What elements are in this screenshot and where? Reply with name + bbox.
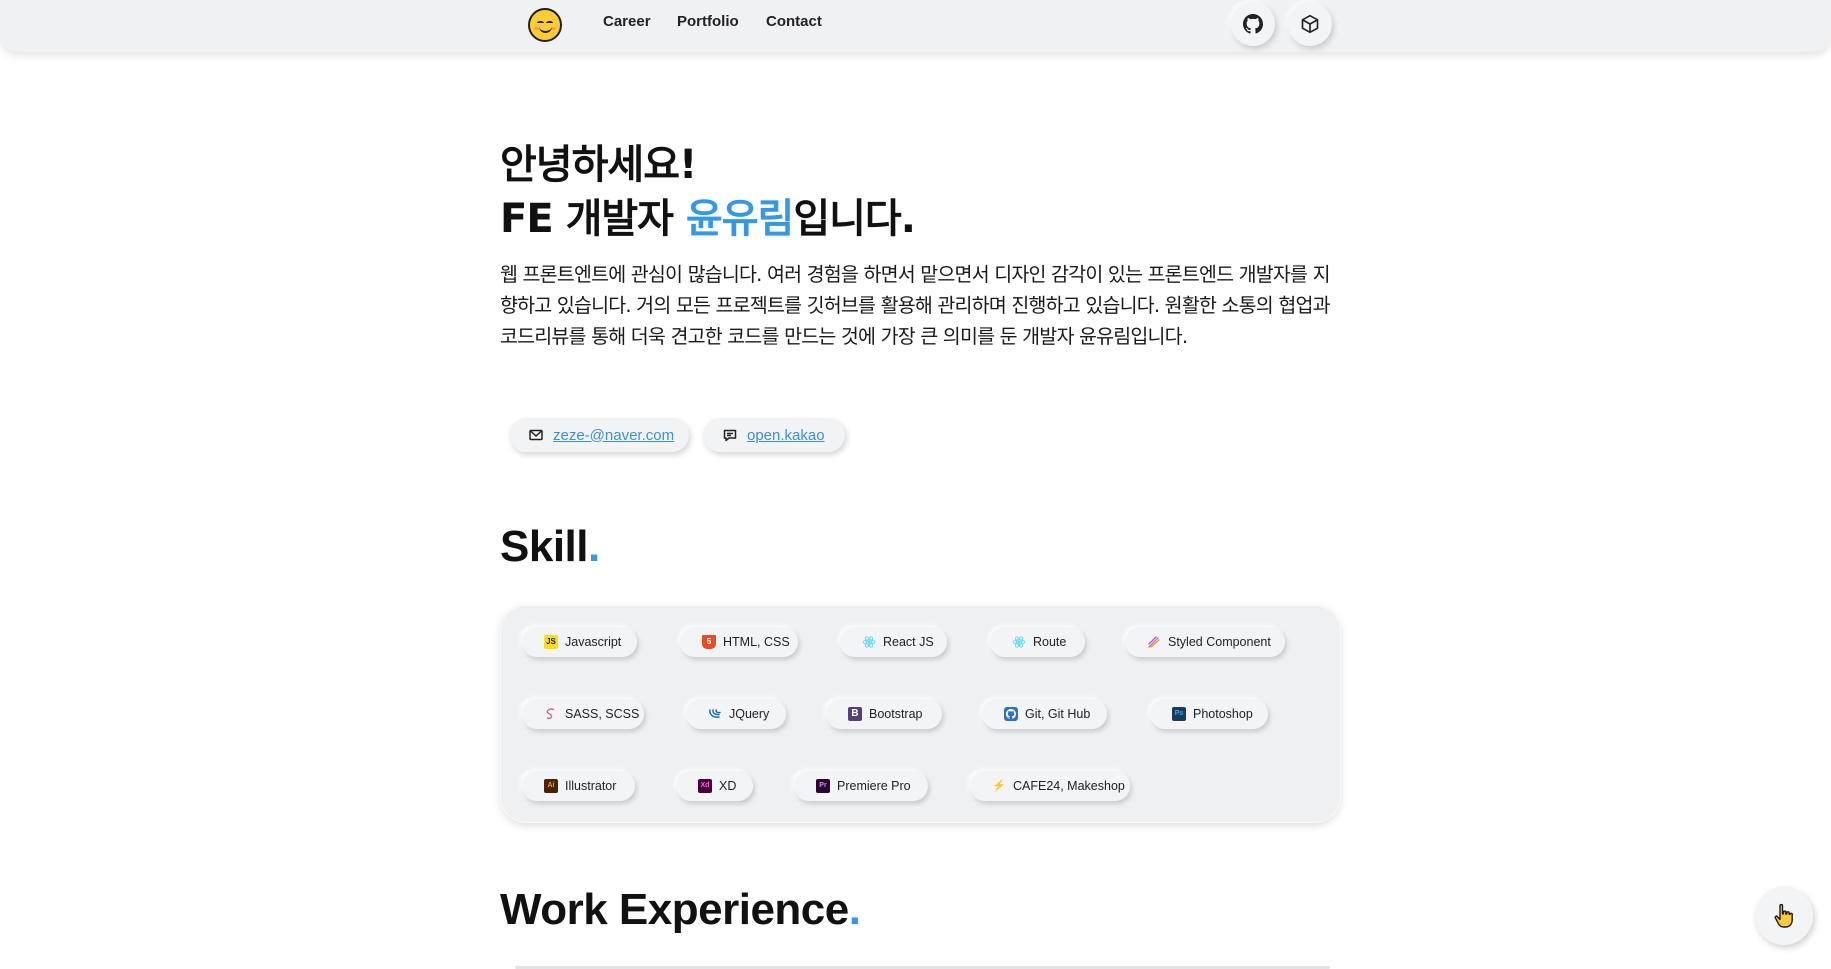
skill-label: React JS bbox=[883, 635, 934, 649]
lightning-icon: ⚡ bbox=[992, 780, 1006, 792]
nav-career-link[interactable]: Career bbox=[603, 13, 651, 30]
skill-label: XD bbox=[719, 779, 737, 793]
skill-label: Premiere Pro bbox=[837, 779, 911, 793]
xd-icon: Xd bbox=[698, 779, 712, 793]
jquery-icon bbox=[708, 707, 722, 721]
skill-chip-styled-component: Styled Component bbox=[1125, 627, 1285, 657]
email-chip[interactable]: zeze-@naver.com bbox=[509, 418, 689, 452]
skill-chip-html-css: 5 HTML, CSS bbox=[680, 627, 798, 657]
skill-label: CAFE24, Makeshop bbox=[1013, 779, 1125, 793]
react-icon bbox=[1012, 635, 1026, 649]
role-suffix: 입니다. bbox=[793, 196, 916, 242]
skill-chip-illustrator: Ai Illustrator bbox=[522, 771, 635, 801]
skill-chip-bootstrap: B Bootstrap bbox=[826, 699, 942, 729]
skill-label: JQuery bbox=[729, 707, 770, 721]
skill-label: SASS, SCSS bbox=[565, 707, 640, 721]
skill-section-title: Skill. bbox=[500, 522, 600, 572]
box-button[interactable] bbox=[1288, 2, 1332, 46]
github-icon bbox=[1004, 707, 1018, 721]
nav-portfolio-link[interactable]: Portfolio bbox=[677, 13, 739, 30]
work-experience-section-title: Work Experience. bbox=[500, 885, 861, 935]
sass-icon bbox=[544, 707, 558, 721]
styled-components-icon bbox=[1147, 635, 1161, 649]
skill-chip-javascript: JS Javascript bbox=[522, 627, 637, 657]
skill-chip-photoshop: Ps Photoshop bbox=[1150, 699, 1268, 729]
skill-chip-git: Git, Git Hub bbox=[982, 699, 1107, 729]
title-dot: . bbox=[848, 885, 861, 934]
chat-icon bbox=[723, 429, 739, 442]
skill-chip-jquery: JQuery bbox=[686, 699, 786, 729]
skill-label: Git, Git Hub bbox=[1025, 707, 1091, 721]
github-icon bbox=[1243, 14, 1263, 34]
mail-icon bbox=[529, 429, 545, 441]
skill-label: Styled Component bbox=[1168, 635, 1271, 649]
skill-chip-sass: SASS, SCSS bbox=[522, 699, 644, 729]
title-dot: . bbox=[588, 522, 600, 571]
kakao-chip[interactable]: open.kakao bbox=[703, 418, 845, 452]
github-button[interactable] bbox=[1231, 2, 1275, 46]
nav-contact-link[interactable]: Contact bbox=[766, 13, 822, 30]
top-nav-bar: Career Portfolio Contact bbox=[0, 0, 1831, 52]
role-prefix: FE 개발자 bbox=[500, 196, 686, 242]
skill-label: Javascript bbox=[565, 635, 622, 649]
greeting-line: 안녕하세요! bbox=[500, 142, 697, 188]
developer-name: 윤유림 bbox=[685, 196, 794, 242]
html5-icon: 5 bbox=[702, 635, 716, 649]
page: Career Portfolio Contact 안녕하세요! FE 개발자 윤… bbox=[0, 0, 1831, 969]
cube-icon bbox=[1301, 14, 1319, 34]
skill-label: Route bbox=[1033, 635, 1067, 649]
skill-label: Bootstrap bbox=[869, 707, 923, 721]
work-title-text: Work Experience bbox=[500, 885, 849, 934]
skill-panel: JS Javascript 5 HTML, CSS React JS Route… bbox=[500, 605, 1341, 823]
intro-description: 웹 프론트엔트에 관심이 많습니다. 여러 경험을 하면서 맡으면서 디자인 감… bbox=[500, 263, 1331, 348]
skill-chip-cafe24: ⚡ CAFE24, Makeshop bbox=[970, 771, 1130, 801]
skill-title-text: Skill bbox=[500, 522, 589, 571]
bootstrap-icon: B bbox=[848, 707, 862, 721]
email-address: zeze-@naver.com bbox=[553, 426, 675, 444]
skill-chip-react-js: React JS bbox=[840, 627, 947, 657]
skill-label: Illustrator bbox=[565, 779, 617, 793]
role-line: FE 개발자 윤유림입니다. bbox=[500, 192, 916, 246]
photoshop-icon: Ps bbox=[1172, 707, 1186, 721]
react-icon bbox=[862, 635, 876, 649]
skill-chip-premiere-pro: Pr Premiere Pro bbox=[794, 771, 928, 801]
illustrator-icon: Ai bbox=[544, 779, 558, 793]
skill-chip-route: Route bbox=[990, 627, 1085, 657]
pointing-hand-icon bbox=[1774, 903, 1793, 928]
skill-label: HTML, CSS bbox=[723, 635, 790, 649]
javascript-icon: JS bbox=[544, 635, 558, 649]
premiere-pro-icon: Pr bbox=[816, 779, 830, 793]
skill-chip-xd: Xd XD bbox=[676, 771, 753, 801]
smiley-logo-icon[interactable] bbox=[528, 8, 562, 42]
skill-label: Photoshop bbox=[1193, 707, 1253, 721]
scroll-top-button[interactable] bbox=[1755, 887, 1813, 945]
kakao-link: open.kakao bbox=[747, 426, 825, 444]
intro-heading: 안녕하세요! FE 개발자 윤유림입니다. bbox=[500, 138, 916, 246]
